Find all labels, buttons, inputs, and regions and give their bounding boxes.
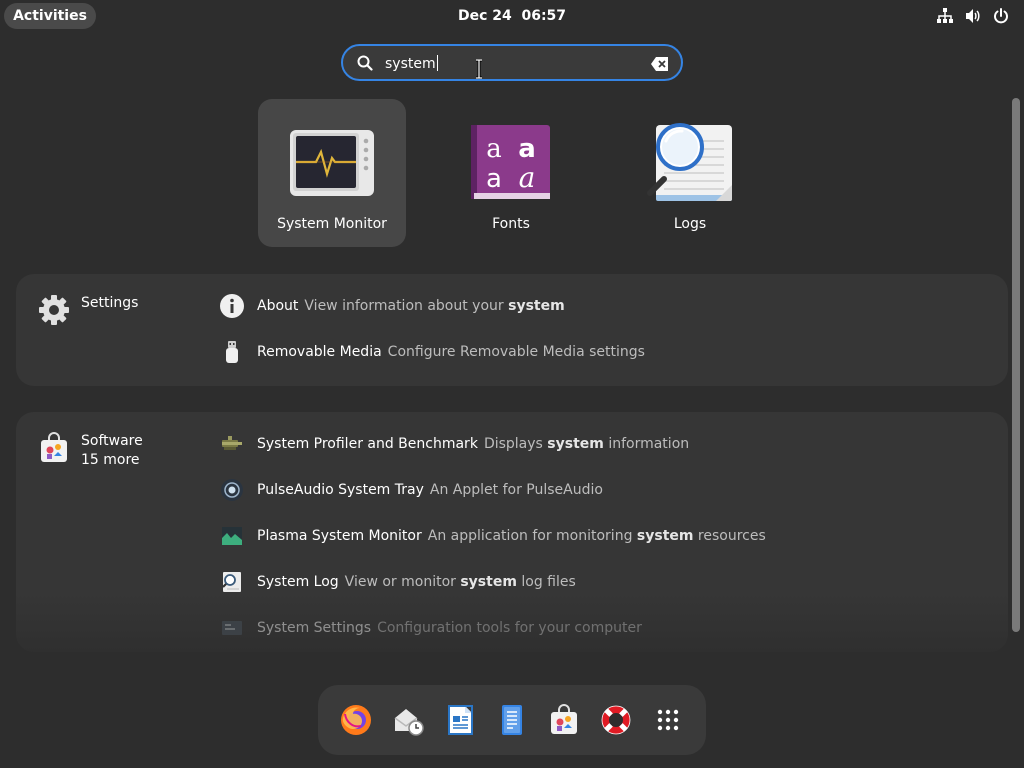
result-title: PulseAudio System Tray <box>257 482 424 498</box>
text-caret <box>436 55 438 71</box>
show-apps-icon[interactable] <box>652 704 684 736</box>
result-title: System Settings <box>257 620 372 636</box>
provider-name: Software <box>81 433 143 449</box>
provider-more-count[interactable]: 15 more <box>81 451 143 470</box>
network-icon[interactable] <box>936 7 954 25</box>
result-description: Configuration tools for your computer <box>377 620 642 636</box>
software-icon <box>38 432 70 464</box>
result-description: Configure Removable Media settings <box>387 344 645 360</box>
result-title: About <box>257 298 299 314</box>
result-system-settings[interactable]: System Settings Configuration tools for … <box>220 615 642 641</box>
logs-icon <box>646 119 734 207</box>
settings-provider: Settings About View information about yo… <box>16 274 1008 386</box>
provider-settings[interactable]: Settings <box>38 294 138 326</box>
result-about[interactable]: About View information about your system <box>220 293 565 319</box>
provider-name-block: Software 15 more <box>81 432 143 470</box>
result-pulseaudio-tray[interactable]: PulseAudio System Tray An Applet for Pul… <box>220 477 603 503</box>
result-description: Displays system information <box>483 436 690 452</box>
result-title: Removable Media <box>257 344 382 360</box>
search-entry[interactable]: system <box>341 44 683 81</box>
mouse-cursor-icon <box>474 58 484 83</box>
info-icon <box>220 294 244 318</box>
result-removable-media[interactable]: Removable Media Configure Removable Medi… <box>220 339 645 365</box>
activities-button[interactable]: Activities <box>4 3 96 29</box>
app-label: Fonts <box>492 216 530 232</box>
pulseaudio-icon <box>220 478 244 502</box>
result-title: System Log <box>257 574 339 590</box>
fonts-icon: a a a a <box>467 119 555 207</box>
plasma-monitor-icon <box>220 524 244 548</box>
system-settings-icon <box>220 616 244 640</box>
search-input[interactable]: system <box>385 55 438 72</box>
app-logs[interactable]: Logs <box>616 99 764 247</box>
svg-text:a: a <box>519 161 536 194</box>
app-label: System Monitor <box>277 216 387 232</box>
gear-icon <box>38 294 70 326</box>
result-title: Plasma System Monitor <box>257 528 422 544</box>
firefox-icon[interactable] <box>340 704 372 736</box>
clock-container: Dec 24 06:57 <box>0 0 1024 32</box>
search-icon <box>357 55 373 75</box>
system-monitor-icon <box>288 119 376 207</box>
software-store-icon[interactable] <box>548 704 580 736</box>
result-plasma-system-monitor[interactable]: Plasma System Monitor An application for… <box>220 523 766 549</box>
provider-software[interactable]: Software 15 more <box>38 432 143 470</box>
result-description: An application for monitoring system res… <box>427 528 766 544</box>
system-tray[interactable] <box>936 6 1010 26</box>
result-system-log[interactable]: System Log View or monitor system log fi… <box>220 569 576 595</box>
software-provider: Software 15 more System Profiler and Ben… <box>16 412 1008 652</box>
svg-text:a: a <box>486 134 502 164</box>
result-description: View or monitor system log files <box>344 574 576 590</box>
result-system-profiler[interactable]: System Profiler and Benchmark Displays s… <box>220 431 689 457</box>
result-description: View information about your system <box>304 298 565 314</box>
clear-icon[interactable] <box>651 56 669 75</box>
app-fonts[interactable]: a a a a Fonts <box>437 99 585 247</box>
volume-icon[interactable] <box>964 7 982 25</box>
svg-text:a: a <box>486 164 502 194</box>
result-title: System Profiler and Benchmark <box>257 436 478 452</box>
dash <box>318 685 706 755</box>
evolution-mail-icon[interactable] <box>392 704 424 736</box>
writer-icon[interactable] <box>444 704 476 736</box>
power-icon[interactable] <box>992 7 1010 25</box>
text-editor-icon[interactable] <box>496 704 528 736</box>
results-scrollbar[interactable] <box>1012 98 1020 632</box>
provider-name: Settings <box>81 295 139 311</box>
date-time[interactable]: Dec 24 06:57 <box>458 8 566 24</box>
app-system-monitor[interactable]: System Monitor <box>258 99 406 247</box>
system-profiler-icon <box>220 432 244 456</box>
svg-text:a: a <box>518 134 536 164</box>
system-log-icon <box>220 570 244 594</box>
usb-drive-icon <box>220 340 244 364</box>
search-text: system <box>385 56 436 72</box>
result-description: An Applet for PulseAudio <box>429 482 603 498</box>
help-icon[interactable] <box>600 704 632 736</box>
top-bar: Activities Dec 24 06:57 <box>0 0 1024 32</box>
app-label: Logs <box>673 216 707 232</box>
